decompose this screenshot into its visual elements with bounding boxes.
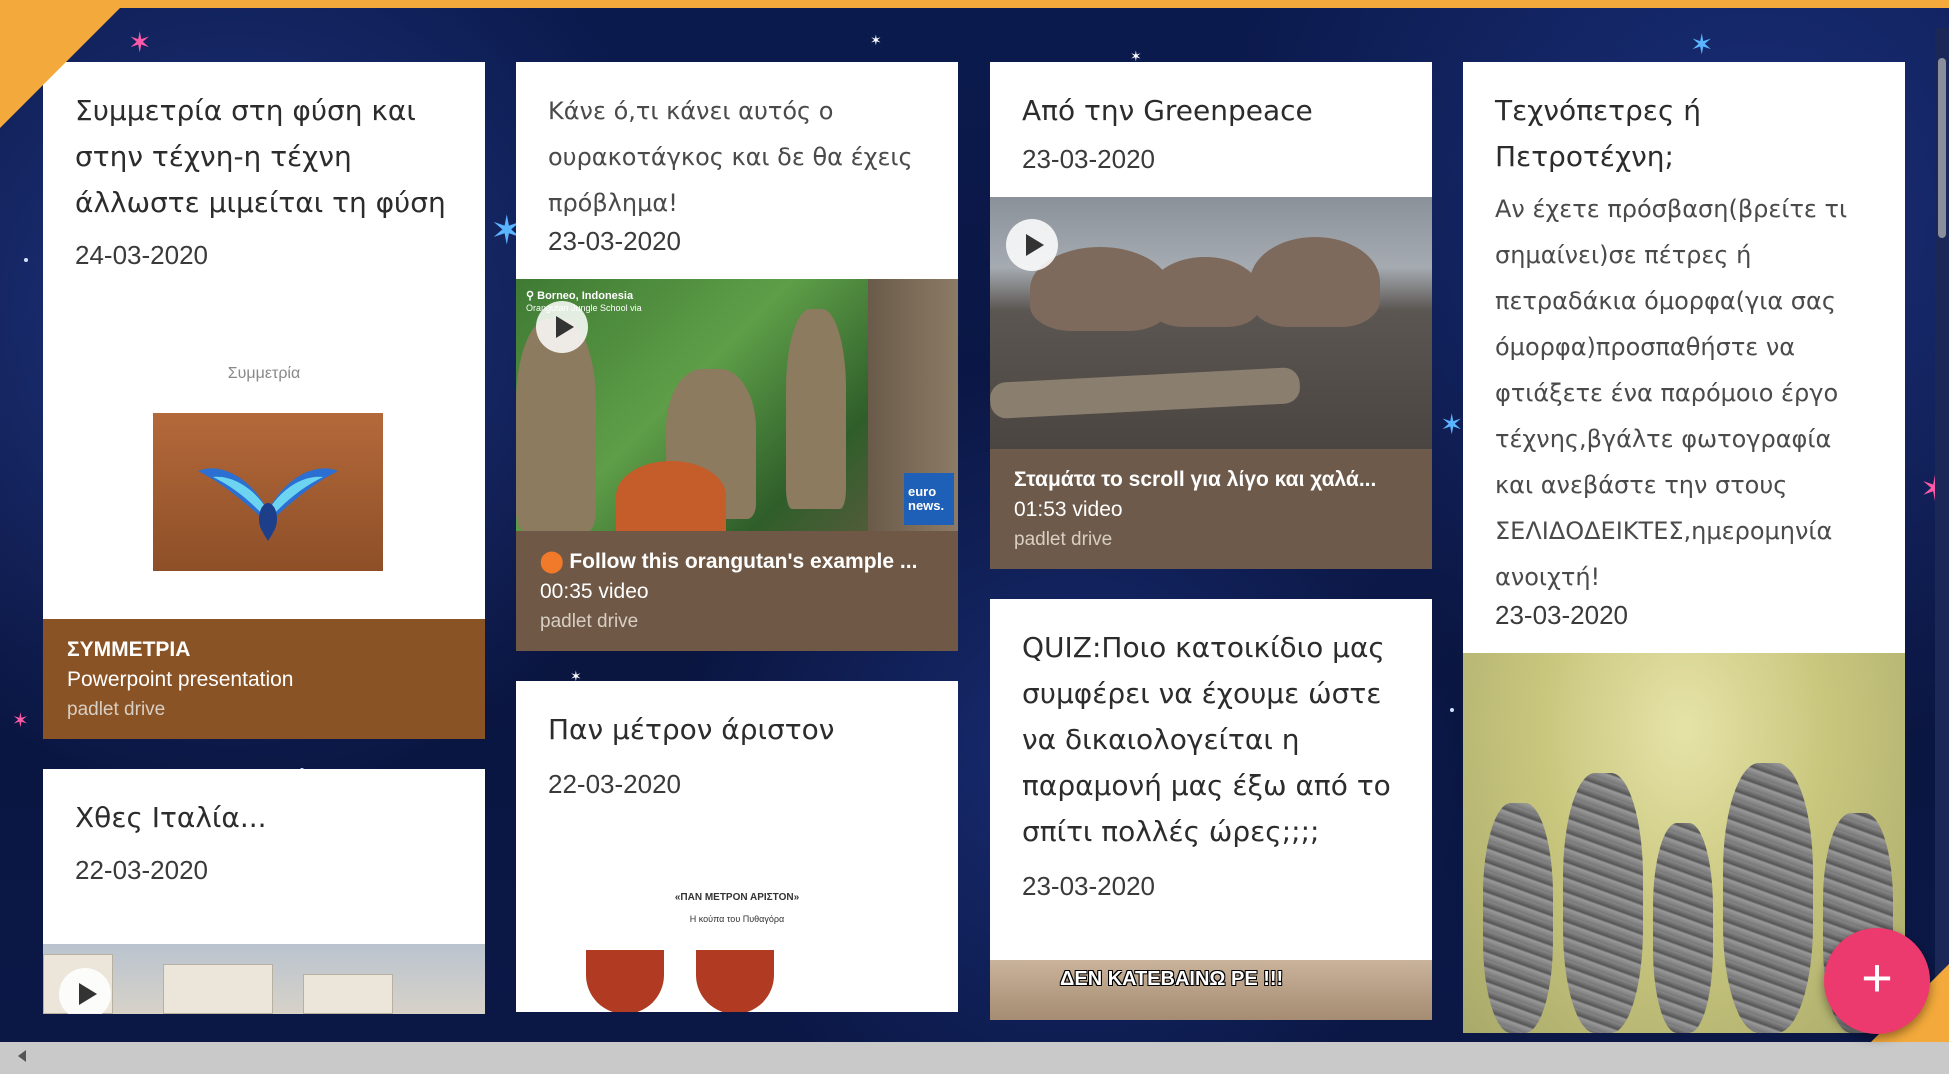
background-star: ✶ [870, 32, 882, 48]
padlet-wall: ✶ ✶ ✶ ✶ ✶ ✶ ✶ ✶ ✶ Συμμετρία στη φύση και… [0, 0, 1949, 1074]
attachment-type: Powerpoint presentation [67, 668, 294, 691]
post-body: Αν έχετε πρόσβαση(βρείτε τι σημαίνει)σε … [1495, 195, 1848, 591]
post-card[interactable]: QUIZ:Ποιο κατοικίδιο μας συμφέρει να έχο… [990, 599, 1432, 1020]
post-date: 23-03-2020 [1495, 600, 1628, 630]
building [163, 964, 273, 1014]
background-star: ✶ [1440, 409, 1464, 440]
walrus [1150, 257, 1260, 327]
play-icon[interactable] [59, 968, 111, 1014]
attachment-type: 01:53 video [1014, 498, 1123, 521]
bird-image [153, 413, 383, 571]
column-2: Κάνε ό,τι κάνει αυτός ο ουρακοτάγκος και… [516, 62, 958, 1042]
stone-figure [1563, 773, 1643, 1033]
post-date: 23-03-2020 [1022, 144, 1155, 174]
video-thumbnail[interactable]: ⚲ Borneo, Indonesia Orangutan Jungle Sch… [516, 279, 958, 531]
column-1: Συμμετρία στη φύση και στην τέχνη-η τέχν… [43, 62, 485, 1044]
attachment-title: ⬤ Follow this orangutan's example ... [540, 550, 918, 573]
horizontal-scrollbar[interactable] [0, 1042, 1949, 1074]
attachment-provider: padlet drive [1014, 529, 1113, 550]
location-text: Borneo, Indonesia [537, 290, 634, 302]
attachment-provider: padlet drive [67, 699, 166, 720]
attachment-preview[interactable]: Συμμετρία [43, 293, 485, 619]
add-post-button[interactable]: + [1824, 928, 1930, 1034]
post-title: QUIZ:Ποιο κατοικίδιο μας συμφέρει να έχο… [1022, 631, 1391, 848]
driftwood [990, 366, 1301, 420]
background-star: ✶ [128, 27, 152, 58]
post-date: 23-03-2020 [548, 226, 681, 256]
attachment-title: Σταμάτα το scroll για λίγο και χαλά... [1014, 468, 1377, 491]
preview-text: ΔΕΝ ΚΑΤΕΒΑΙΝΩ ΡΕ !!! [1060, 968, 1284, 990]
location-pin-icon: ⚲ [526, 290, 535, 302]
post-date: 24-03-2020 [75, 240, 208, 270]
post-date: 22-03-2020 [548, 769, 681, 799]
chevron-left-icon[interactable] [18, 1050, 26, 1062]
background-star: ✶ [1690, 29, 1714, 60]
post-date: 23-03-2020 [1022, 871, 1155, 901]
attachment-preview[interactable]: «ΠΑΝ ΜΕΤΡΟΝ ΑΡΙΣΤΟΝ» Η κούπα του Πυθαγόρ… [516, 822, 958, 1012]
scrollbar-thumb[interactable] [1938, 58, 1946, 238]
column-3: Από την Greenpeace 23-03-2020 Σταμάτα το… [990, 62, 1432, 1050]
cup-illustration [586, 950, 664, 1012]
attachment-title: ΣΥΜΜΕΤΡΙΑ [67, 638, 191, 661]
building [303, 974, 393, 1014]
attachment-info[interactable]: ⬤ Follow this orangutan's example ... 00… [516, 531, 958, 651]
video-thumbnail[interactable] [990, 197, 1432, 449]
stone-figure [1723, 763, 1813, 1033]
play-icon[interactable] [1006, 219, 1058, 271]
person [786, 309, 846, 509]
post-card[interactable]: Κάνε ό,τι κάνει αυτός ο ουρακοτάγκος και… [516, 62, 958, 651]
post-title: Συμμετρία στη φύση και στην τέχνη-η τέχν… [75, 94, 446, 219]
background-star: ✶ [12, 710, 29, 732]
post-card[interactable]: Παν μέτρον άριστον 22-03-2020 «ΠΑΝ ΜΕΤΡΟ… [516, 681, 958, 1012]
cup-illustration [696, 950, 774, 1012]
attachment-info[interactable]: ΣΥΜΜΕΤΡΙΑ Powerpoint presentation padlet… [43, 619, 485, 739]
video-thumbnail[interactable] [43, 944, 485, 1014]
stone-figure [1653, 823, 1713, 1033]
orangutan [616, 461, 726, 531]
post-title: Από την Greenpeace [1022, 94, 1313, 127]
attachment-type: 00:35 video [540, 580, 649, 603]
post-title: Τεχνόπετρες ή Πετροτέχνη; [1495, 94, 1702, 173]
post-body: Κάνε ό,τι κάνει αυτός ο ουρακοτάγκος και… [548, 97, 913, 217]
post-title: Χθες Ιταλία... [75, 801, 267, 834]
attachment-provider: padlet drive [540, 611, 639, 632]
post-card[interactable]: Από την Greenpeace 23-03-2020 Σταμάτα το… [990, 62, 1432, 569]
post-card[interactable]: Τεχνόπετρες ή Πετροτέχνη; Αν έχετε πρόσβ… [1463, 62, 1905, 1033]
post-card[interactable]: Συμμετρία στη φύση και στην τέχνη-η τέχν… [43, 62, 485, 739]
attachment-info[interactable]: Σταμάτα το scroll για λίγο και χαλά... 0… [990, 449, 1432, 569]
image-preview[interactable]: ΔΕΝ ΚΑΤΕΒΑΙΝΩ ΡΕ !!! [990, 960, 1432, 1020]
stone-figure [1483, 803, 1553, 1033]
column-4: Τεχνόπετρες ή Πετροτέχνη; Αν έχετε πρόσβ… [1463, 62, 1905, 1063]
preview-caption: Συμμετρία [227, 365, 301, 382]
preview-subtitle: Η κούπα του Πυθαγόρα [689, 914, 785, 924]
background-dot [24, 258, 28, 262]
vertical-scrollbar[interactable] [1935, 28, 1949, 1048]
frame-corner [0, 8, 120, 128]
post-title: Παν μέτρον άριστον [548, 713, 835, 746]
background-dot [1450, 708, 1454, 712]
walrus [1250, 237, 1380, 327]
post-card[interactable]: Χθες Ιταλία... 22-03-2020 [43, 769, 485, 1014]
post-date: 22-03-2020 [75, 855, 208, 885]
bird-illustration [198, 468, 338, 541]
play-icon[interactable] [536, 301, 588, 353]
preview-title: «ΠΑΝ ΜΕΤΡΟΝ ΑΡΙΣΤΟΝ» [674, 892, 800, 903]
euronews-logo: euro news. [904, 473, 954, 525]
